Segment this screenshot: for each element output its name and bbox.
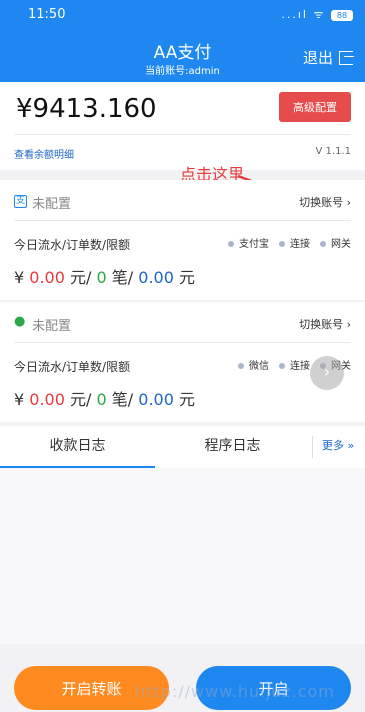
exit-icon — [339, 50, 354, 65]
limit-value: 0.00 — [138, 268, 174, 287]
stats-values: ¥ 0.00 元/ 0 笔/ 0.00 元 — [14, 390, 195, 409]
tab-program-log[interactable]: 程序日志 — [155, 426, 310, 468]
orders-value: 0 — [96, 268, 107, 287]
stats-values: ¥ 0.00 元/ 0 笔/ 0.00 元 — [14, 268, 195, 287]
tag-alipay: 支付宝 — [228, 235, 269, 250]
wechat-icon: ● — [14, 314, 26, 329]
alipay-icon: 支 — [14, 195, 27, 208]
advanced-config-button[interactable]: 高级配置 — [279, 92, 351, 122]
turnover-value: 0.00 — [29, 268, 65, 287]
tag-gateway: 网关 — [320, 235, 351, 250]
divider — [14, 134, 351, 135]
status-tags: 支付宝 连接 网关 — [228, 235, 351, 250]
turnover-value: 0.00 — [29, 390, 65, 409]
more-link[interactable]: 更多 » — [322, 426, 354, 468]
balance-card: ¥9413.160 高级配置 查看余额明细 V 1.1.1 — [0, 82, 365, 170]
balance-detail-link[interactable]: 查看余额明细 — [14, 146, 74, 161]
divider — [312, 436, 313, 458]
tab-receipt-log[interactable]: 收款日志 — [0, 426, 155, 468]
orders-value: 0 — [96, 390, 107, 409]
wechat-account-card: ● 未配置 切换账号 › 今日流水/订单数/限额 微信 连接 网关 ¥ 0.00… — [0, 302, 365, 422]
switch-account-button[interactable]: 切换账号 › — [299, 316, 351, 332]
version-label: V 1.1.1 — [315, 146, 351, 157]
app-header: 11:50 ...ıl ᯤ 88 AA支付 当前账号:admin 退出 — [0, 0, 365, 82]
watermark: http://www.huijuz.com — [135, 682, 335, 701]
alipay-account-card: 支 未配置 切换账号 › 今日流水/订单数/限额 支付宝 连接 网关 ¥ 0.0… — [0, 180, 365, 300]
battery-icon: 88 — [331, 9, 353, 21]
status-icons: ...ıl ᯤ 88 — [281, 7, 353, 22]
account-status: 未配置 — [32, 197, 72, 212]
logout-label: 退出 — [302, 49, 333, 67]
log-tabs: 收款日志 程序日志 更多 » — [0, 426, 365, 468]
log-content-area — [0, 468, 365, 644]
signal-icon: ...ıl — [281, 8, 308, 21]
switch-account-button[interactable]: 切换账号 › — [299, 194, 351, 210]
stats-label: 今日流水/订单数/限额 — [14, 360, 131, 374]
account-status: 未配置 — [32, 319, 72, 334]
status-time: 11:50 — [28, 7, 66, 22]
wifi-icon: ᯤ — [313, 8, 326, 21]
chevron-right-icon: › — [323, 362, 331, 381]
tag-wechat: 微信 — [238, 357, 269, 372]
floating-chevron-button[interactable]: › — [310, 356, 344, 390]
tag-connect: 连接 — [279, 235, 310, 250]
stats-label: 今日流水/订单数/限额 — [14, 238, 131, 252]
limit-value: 0.00 — [138, 390, 174, 409]
tag-connect: 连接 — [279, 357, 310, 372]
status-bar: 11:50 ...ıl ᯤ 88 — [0, 0, 365, 30]
logout-button[interactable]: 退出 — [302, 47, 354, 68]
divider — [14, 220, 351, 221]
balance-amount: ¥9413.160 — [16, 94, 157, 124]
divider — [14, 342, 351, 343]
